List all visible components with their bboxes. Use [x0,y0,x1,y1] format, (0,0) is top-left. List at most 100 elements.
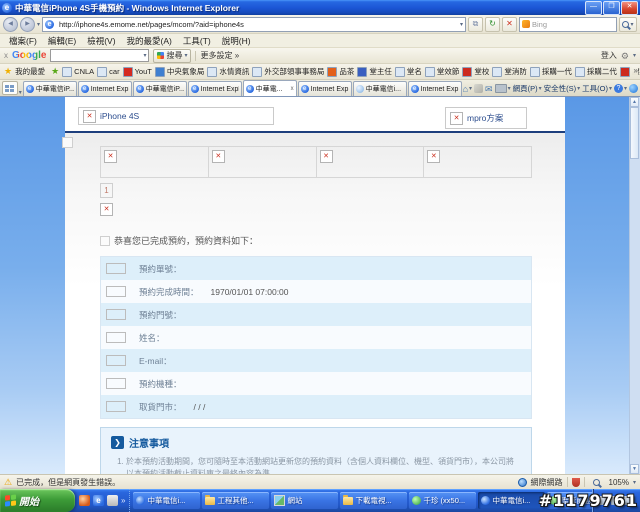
form-row: 姓名： [101,326,531,349]
task-button[interactable]: 中華電信i... [133,492,201,509]
tab-close-icon[interactable]: x [291,86,294,92]
close-button[interactable]: ✕ [621,0,638,15]
browser-tab[interactable]: eInternet Exp... [297,81,352,96]
quick-launch-overflow-chevron[interactable]: » [121,496,125,505]
menu-edit[interactable]: 編輯(E) [43,35,81,47]
wrench-icon[interactable]: ⚙ [621,51,629,61]
menu-file[interactable]: 檔案(F) [4,35,42,47]
safety-menu-button[interactable]: 安全性(S) ▾ [544,83,581,94]
address-dropdown-icon[interactable]: ▾ [460,21,463,28]
favorite-link[interactable]: car [97,66,120,77]
scroll-down-arrow[interactable]: ▼ [630,464,639,474]
page-body: 1 恭喜您已完成預約，預約資料如下： 預約單號： 預約完成時間： 1970/01/… [62,133,565,474]
favorite-link[interactable]: 品茶 [327,66,354,77]
refresh-button[interactable]: ↻ [485,16,500,32]
forward-button[interactable]: ▶ [20,16,35,32]
ie-quick-launch-icon[interactable]: e [93,495,104,506]
favicon [424,66,435,77]
favorite-link[interactable]: CNLA [62,66,94,77]
task-button[interactable]: 工程其他... [202,492,270,509]
menu-tools[interactable]: 工具(T) [178,35,216,47]
browser-tab[interactable]: e 中華電信iP... [22,81,77,96]
stop-button[interactable]: ✕ [502,16,517,32]
search-button[interactable]: ▾ [619,16,637,32]
browser-tab-active[interactable]: e 中華電... x [242,80,297,96]
favorite-link[interactable]: 採購一代 [529,66,572,77]
favorites-overflow-chevron[interactable]: » [631,66,638,75]
quick-launch: e » [75,489,131,512]
quick-tabs-icon[interactable] [2,81,18,95]
url-text[interactable]: http://iphone4s.emome.net/pages/mcom/?ai… [59,20,458,29]
zoom-dropdown-icon[interactable]: ▾ [633,479,636,486]
quick-launch-icon[interactable] [79,495,90,506]
favorite-link[interactable]: 堂效節 [424,66,459,77]
compatibility-view-button[interactable]: ⧉ [468,16,483,32]
favorite-link[interactable]: 堂主任 [357,66,392,77]
add-favorite-icon[interactable]: ★ [51,66,59,77]
rss-button[interactable] [474,84,484,93]
zoom-level[interactable]: 105% [609,478,629,487]
task-button[interactable]: 千珍 (xx50... [409,492,477,509]
page-tab-iphone4s[interactable]: iPhone 4S [78,107,274,125]
task-button[interactable]: 網站 [271,492,339,509]
favorites-button[interactable]: 我的最愛 [15,66,45,77]
browser-tab[interactable]: e 中華電信iP... [132,81,187,96]
menu-favorites[interactable]: 我的最愛(A) [122,35,177,47]
favorite-link[interactable]: 堂校 [462,66,489,77]
task-button-active[interactable]: 中華電信i... [478,492,546,509]
home-button[interactable]: ⌂ ▾ [463,84,472,94]
print-button[interactable]: ▾ [494,84,511,93]
vertical-scrollbar[interactable]: ▲ ▼ [629,97,640,474]
browser-tab[interactable]: eInternet Expl... [187,81,242,96]
form-row: E-mail： [101,349,531,372]
favorite-link[interactable]: 水情資訊 [207,66,249,77]
google-search-input[interactable]: ▾ [50,49,150,62]
favorite-link[interactable]: YouT [122,66,152,77]
favorite-link[interactable]: 中央氣象局 [154,66,204,77]
google-signin-link[interactable]: 登入 [601,50,617,61]
warning-icon[interactable]: ⚠ [4,477,12,488]
zoom-button[interactable] [589,476,605,489]
browser-tab[interactable]: eInternet Exp... [407,81,462,96]
favorites-star-icon[interactable]: ★ [4,66,12,77]
tab-list-dropdown-icon[interactable]: ▾ [19,89,22,96]
step-banner [317,147,425,177]
address-bar[interactable]: e http://iphone4s.emome.net/pages/mcom/?… [42,16,466,32]
favorite-link[interactable]: 採購二代 [574,66,617,77]
favorite-link[interactable]: 堂消防 [492,66,527,77]
minimize-button[interactable]: — [585,0,602,15]
congrats-row: 恭喜您已完成預約，預約資料如下： [100,234,532,247]
page-menu-button[interactable]: 網頁(P) ▾ [513,83,542,94]
menu-view[interactable]: 檢視(V) [82,35,120,47]
quick-launch-icon[interactable] [107,495,118,506]
ie-logo-icon: e [2,2,12,13]
browser-tab[interactable]: 中華電信i... [352,81,407,96]
tab-favicon: e [80,85,89,93]
favorite-link[interactable]: 外交部領事事務局 [252,66,324,77]
start-button[interactable]: 開始 [0,489,75,512]
scrollbar-thumb[interactable] [630,107,639,159]
page-tab-mpro[interactable]: mpro方案 [445,107,527,129]
google-search-button[interactable]: 搜尋 ▾ [153,48,192,63]
back-button[interactable]: ◀ [3,16,18,32]
restore-button[interactable]: ❐ [603,0,620,15]
google-options-dropdown-icon[interactable]: ▾ [633,52,636,59]
tools-menu-button[interactable]: 工具(O) ▾ [582,83,612,94]
scroll-up-arrow[interactable]: ▲ [630,97,639,107]
read-mail-button[interactable]: ✉ [485,84,493,94]
messenger-icon[interactable] [629,84,639,93]
favorite-link[interactable]: 堂名 [394,66,422,77]
search-placeholder[interactable]: Bing [532,20,614,29]
bing-icon [522,20,530,28]
menu-help[interactable]: 說明(H) [217,35,256,47]
navigation-bar: ◀ ▶ ▾ e http://iphone4s.emome.net/pages/… [0,15,640,34]
browser-tab[interactable]: eInternet Expl... [77,81,132,96]
task-button[interactable]: 下載電視... [340,492,408,509]
internet-zone-icon [517,477,527,487]
google-more-settings[interactable]: 更多設定 » [200,50,239,61]
help-button[interactable]: ? ▾ [614,84,627,93]
search-box[interactable]: Bing [519,16,617,32]
toolbar-close-button[interactable]: x [4,51,8,60]
page-number-box[interactable]: 1 [100,183,113,198]
nav-history-dropdown-icon[interactable]: ▾ [37,21,40,28]
